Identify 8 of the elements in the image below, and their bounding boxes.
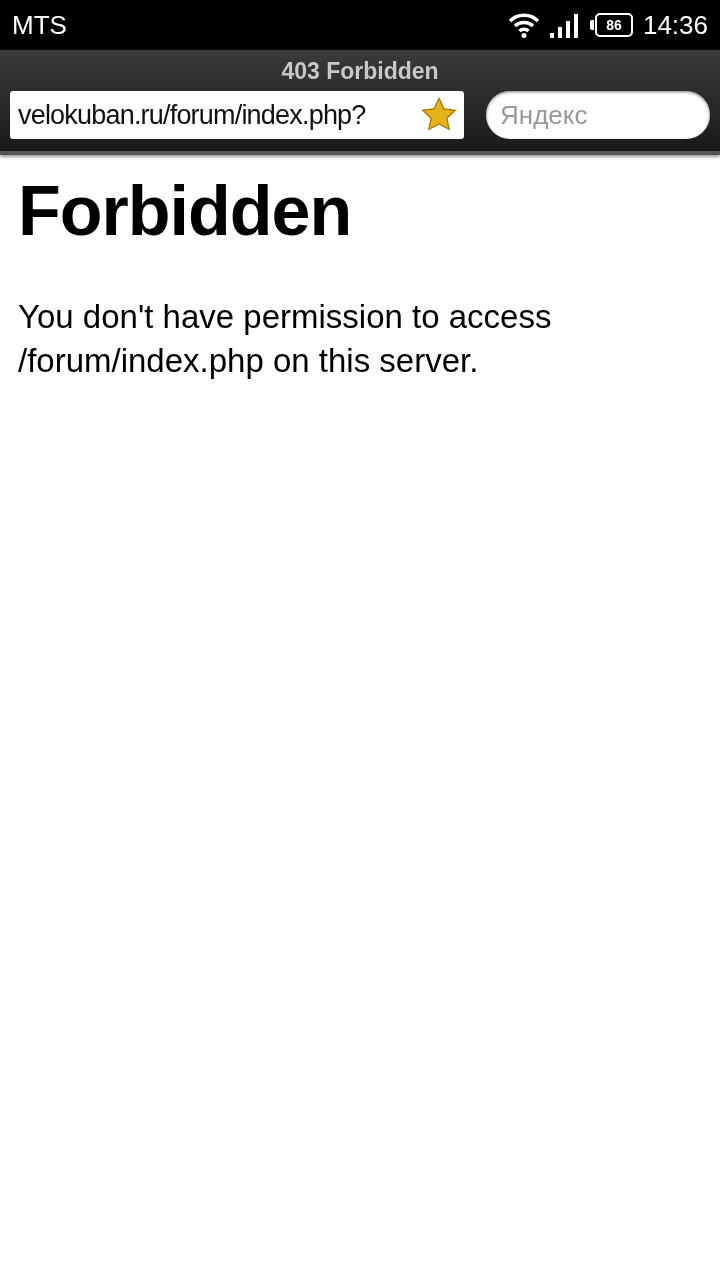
carrier-name: MTS	[12, 9, 67, 41]
url-field[interactable]: velokuban.ru/forum/index.php?	[10, 91, 464, 139]
error-heading: Forbidden	[18, 171, 353, 251]
clock: 14:36	[642, 9, 708, 41]
error-message: You don't have permission to access /forum/index.php on this server.	[18, 297, 553, 381]
search-field[interactable]: Яндекс	[486, 91, 710, 139]
page-title: 403 Forbidden	[280, 57, 440, 86]
battery-level: 86	[606, 17, 622, 33]
